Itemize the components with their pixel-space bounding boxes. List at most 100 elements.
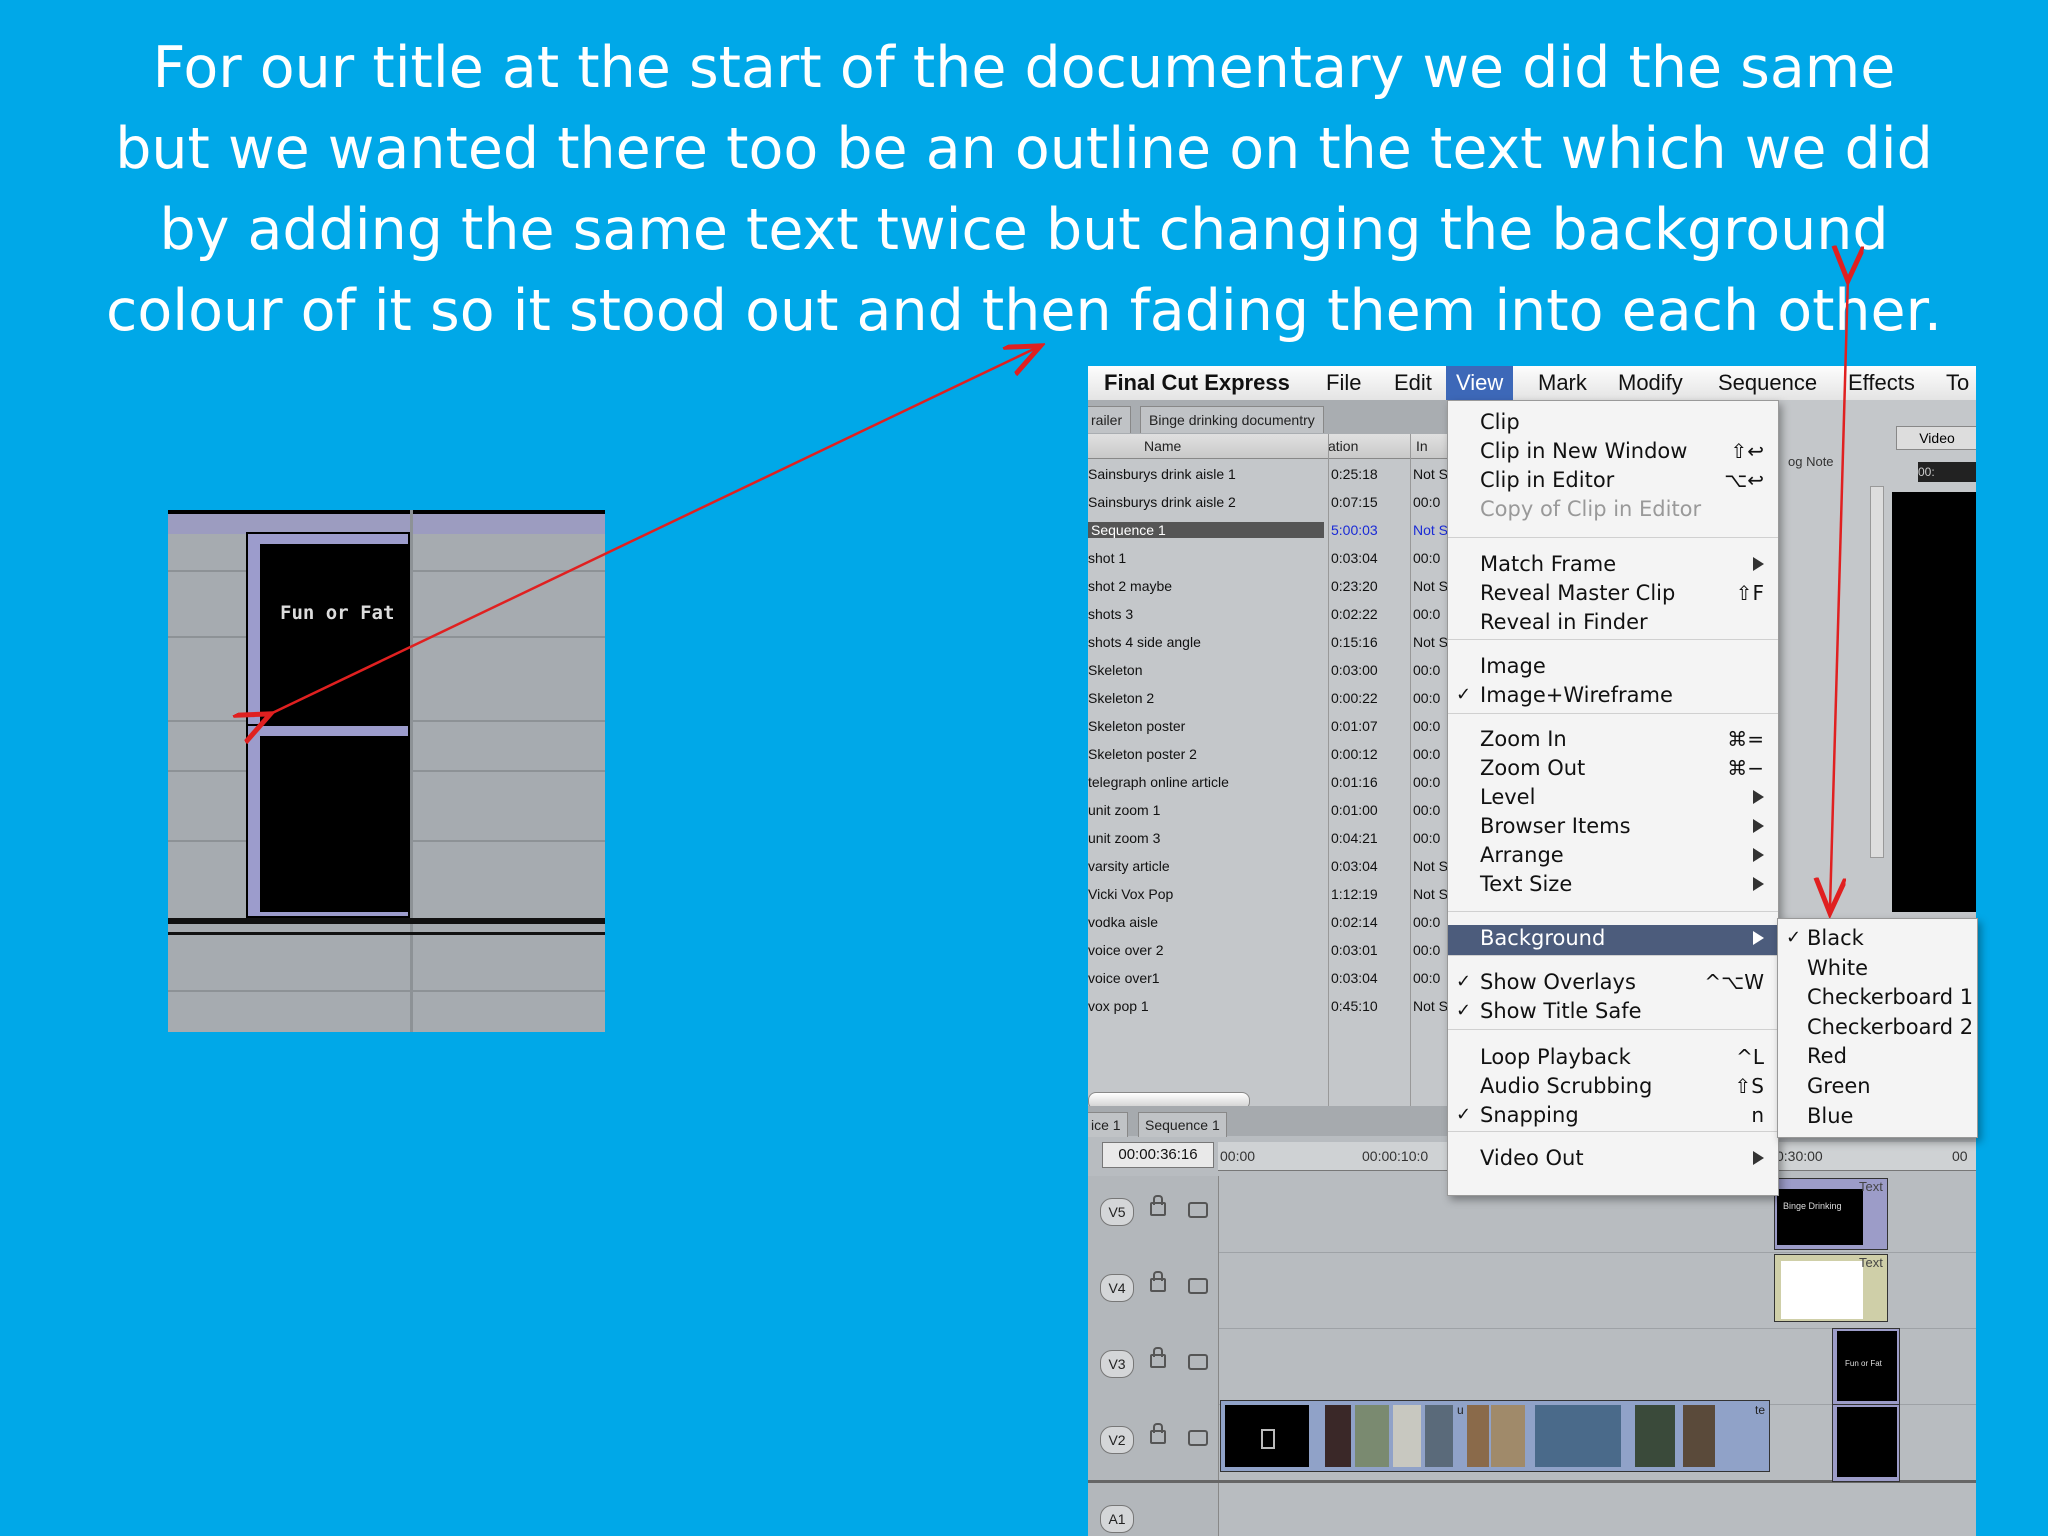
menu-effects[interactable]: Effects <box>1848 366 1915 400</box>
browser-tab-trailer[interactable]: railer <box>1088 406 1132 433</box>
timeline-tab-sequence[interactable]: Sequence 1 <box>1138 1112 1227 1137</box>
background-option-green[interactable]: Green <box>1778 1073 1977 1101</box>
menu-item-zoom-in[interactable]: Zoom In ⌘= <box>1448 726 1778 754</box>
menu-item-label: Clip in New Window <box>1480 439 1688 463</box>
title-clip-fun-or-fat-copy[interactable] <box>1832 1404 1900 1482</box>
menu-bar: Final Cut Express File Edit View Mark Mo… <box>1088 366 1976 401</box>
track-label[interactable]: V4 <box>1100 1274 1134 1302</box>
clip-duration: 0:03:01 <box>1331 942 1378 958</box>
menu-modify[interactable]: Modify <box>1618 366 1683 400</box>
clip-in-point: 00:0 <box>1413 746 1441 762</box>
zoom-track-border <box>168 918 605 924</box>
menu-item-browser-items[interactable]: Browser Items <box>1448 813 1778 841</box>
menu-mark[interactable]: Mark <box>1538 366 1587 400</box>
menu-item-clip-in-new-window[interactable]: Clip in New Window ⇧↩ <box>1448 438 1778 466</box>
checkmark-icon: ✓ <box>1456 1104 1472 1125</box>
background-option-blue[interactable]: Blue <box>1778 1103 1977 1131</box>
background-option-black[interactable]: ✓ Black <box>1778 925 1977 953</box>
video-thumbnail <box>1467 1405 1489 1467</box>
menu-item-background[interactable]: Background <box>1448 925 1778 955</box>
visibility-icon[interactable] <box>1188 1354 1208 1370</box>
clip-duration: 0:02:22 <box>1331 606 1378 622</box>
menu-item-match-frame[interactable]: Match Frame <box>1448 551 1778 579</box>
clip-in-point: 00:0 <box>1413 718 1441 734</box>
clip-duration: 5:00:03 <box>1331 522 1378 538</box>
background-option-red[interactable]: Red <box>1778 1043 1977 1071</box>
clip-in-point: Not S <box>1413 466 1449 482</box>
track-label[interactable]: V3 <box>1100 1350 1134 1378</box>
menu-item-image-wireframe[interactable]: ✓ Image+Wireframe <box>1448 682 1778 710</box>
menu-item-clip-in-editor[interactable]: Clip in Editor ⌥↩ <box>1448 467 1778 495</box>
menu-item-reveal-master-clip[interactable]: Reveal Master Clip ⇧F <box>1448 580 1778 608</box>
clip-label: te <box>1755 1403 1766 1417</box>
video-clips-strip[interactable]: u te <box>1220 1400 1770 1472</box>
title-clip-binge-drinking[interactable]: Binge Drinking Text <box>1774 1178 1888 1250</box>
browser-tab-documentary[interactable]: Binge drinking documentry <box>1140 406 1324 433</box>
menu-item-label: Clip <box>1480 410 1520 434</box>
lock-icon[interactable] <box>1150 1423 1166 1444</box>
menu-item-loop-playback[interactable]: Loop Playback ^L <box>1448 1044 1778 1072</box>
background-option-checkerboard-2[interactable]: Checkerboard 2 <box>1778 1014 1977 1042</box>
menu-item-show-title-safe[interactable]: ✓ Show Title Safe <box>1448 998 1778 1026</box>
track-label[interactable]: V2 <box>1100 1426 1134 1454</box>
clip-duration: 0:02:14 <box>1331 914 1378 930</box>
lock-icon[interactable] <box>1150 1271 1166 1292</box>
menu-item-snapping[interactable]: ✓ Snapping n <box>1448 1102 1778 1130</box>
menu-item-copy-of-clip-in-editor: Copy of Clip in Editor <box>1448 496 1778 524</box>
menu-item-arrange[interactable]: Arrange <box>1448 842 1778 870</box>
visibility-icon[interactable] <box>1188 1202 1208 1218</box>
menu-item-audio-scrubbing[interactable]: Audio Scrubbing ⇧S <box>1448 1073 1778 1101</box>
track-label[interactable]: A1 <box>1100 1505 1134 1533</box>
menu-item-label: Reveal Master Clip <box>1480 581 1676 605</box>
title-clip-white[interactable]: Text <box>1774 1254 1888 1322</box>
keyboard-shortcut: ⌘= <box>1727 727 1764 751</box>
background-option-white[interactable]: White <box>1778 955 1977 983</box>
lock-icon[interactable] <box>1150 1195 1166 1216</box>
visibility-icon[interactable] <box>1188 1430 1208 1446</box>
menu-view[interactable]: View <box>1446 366 1514 400</box>
menu-item-reveal-in-finder[interactable]: Reveal in Finder <box>1448 609 1778 637</box>
lock-icon[interactable] <box>1150 1347 1166 1368</box>
clip-name: unit zoom 3 <box>1088 830 1161 846</box>
column-in[interactable]: In <box>1416 438 1428 454</box>
menu-item-clip[interactable]: Clip <box>1448 409 1778 437</box>
vertical-scrollbar[interactable] <box>1870 486 1884 858</box>
menu-tools[interactable]: To <box>1946 366 1969 400</box>
clip-in-point: 00:0 <box>1413 606 1441 622</box>
column-duration[interactable]: ation <box>1328 438 1358 454</box>
track-header: V2 <box>1088 1404 1219 1480</box>
menu-item-label: Match Frame <box>1480 552 1617 576</box>
menu-item-video-out[interactable]: Video Out <box>1448 1145 1778 1173</box>
track-header: V3 <box>1088 1328 1219 1404</box>
menu-item-label: Zoom Out <box>1480 756 1586 780</box>
submenu-item-label: Black <box>1807 926 1864 950</box>
visibility-icon[interactable] <box>1188 1278 1208 1294</box>
menu-item-label: Level <box>1480 785 1536 809</box>
menu-item-label: Show Title Safe <box>1480 999 1642 1023</box>
menu-item-zoom-out[interactable]: Zoom Out ⌘− <box>1448 755 1778 783</box>
keyboard-shortcut: ⇧F <box>1735 581 1764 605</box>
title-clip-fun-or-fat[interactable]: Fun or Fat <box>1832 1328 1900 1406</box>
viewer-tab-video[interactable]: Video <box>1896 426 1976 450</box>
slide-caption: For our title at the start of the docume… <box>106 35 1942 344</box>
menu-sequence[interactable]: Sequence <box>1718 366 1817 400</box>
zoom-title-clip-top <box>246 532 410 730</box>
timeline-timecode[interactable]: 00:00:36:16 <box>1102 1142 1214 1168</box>
column-name[interactable]: Name <box>1144 438 1181 454</box>
clip-in-point: 00:0 <box>1413 550 1441 566</box>
menu-item-image[interactable]: Image <box>1448 653 1778 681</box>
background-option-checkerboard-1[interactable]: Checkerboard 1 <box>1778 984 1977 1012</box>
menu-item-text-size[interactable]: Text Size <box>1448 871 1778 899</box>
menu-separator <box>1448 1029 1778 1030</box>
clip-title-text: Binge Drinking <box>1783 1201 1842 1211</box>
track-label[interactable]: V5 <box>1100 1198 1134 1226</box>
menu-file[interactable]: File <box>1326 366 1361 400</box>
clip-duration: 0:01:07 <box>1331 718 1378 734</box>
video-thumbnail <box>1393 1405 1421 1467</box>
menu-edit[interactable]: Edit <box>1394 366 1432 400</box>
timeline-tab[interactable]: ice 1 <box>1088 1112 1128 1137</box>
menu-item-show-overlays[interactable]: ✓ Show Overlays ^⌥W <box>1448 969 1778 997</box>
app-name-menu[interactable]: Final Cut Express <box>1104 366 1290 400</box>
menu-item-level[interactable]: Level <box>1448 784 1778 812</box>
menu-item-label: Background <box>1480 926 1606 950</box>
